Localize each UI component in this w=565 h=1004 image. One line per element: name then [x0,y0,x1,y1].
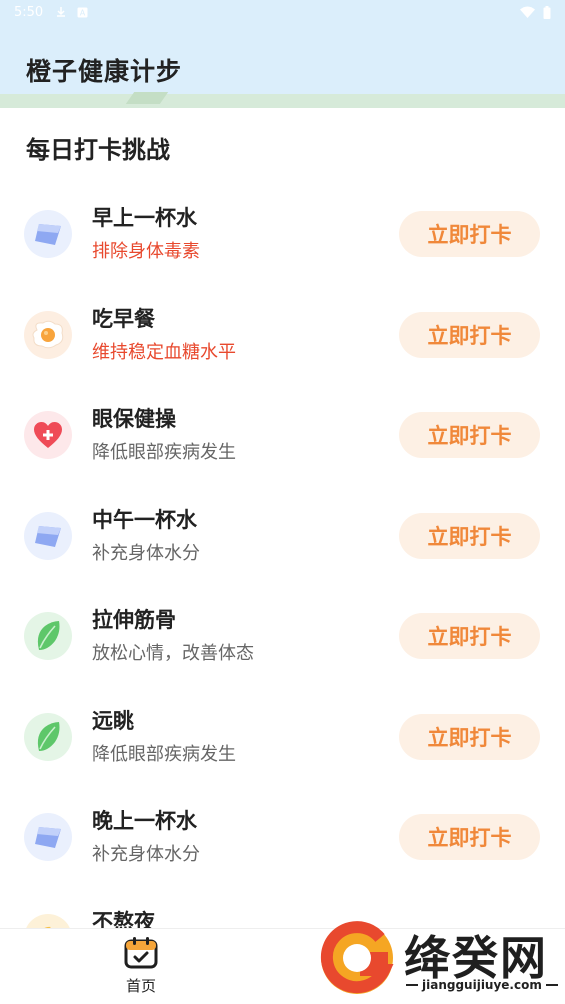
watermark-url-text: jiangguijiuye.com [422,978,542,992]
water-icon [24,511,72,560]
checkin-button[interactable]: 立即打卡 [399,211,540,257]
checkin-button[interactable]: 立即打卡 [399,412,540,458]
leaf-icon [24,612,72,660]
task-subtitle: 补充身体水分 [92,844,200,865]
task-item-morning-water: 早上一杯水 排除身体毒素 立即打卡 [0,184,565,285]
water-icon [24,813,72,861]
task-item-noon-water: 中午一杯水 补充身体水分 立即打卡 [0,486,565,587]
app-header: 5:50 A 橙子健康计步 [0,0,565,108]
task-title: 晚上一杯水 [92,809,197,833]
task-title: 远眺 [92,708,134,733]
leaf-icon [24,712,72,761]
task-item-eye-exercise: 眼保健操 降低眼部疾病发生 立即打卡 [0,385,565,486]
task-list: 早上一杯水 排除身体毒素 立即打卡 吃早餐 维持稳定血糖水平 立即打卡 眼保健操… [0,184,565,988]
nav-home-label: 首页 [125,977,156,995]
notification-a-icon: A [77,7,88,17]
task-item-look-far: 远眺 降低眼部疾病发生 立即打卡 [0,687,565,788]
heart-icon [24,411,72,459]
task-subtitle: 降低眼部疾病发生 [92,743,236,765]
nav-home-tab[interactable]: 首页 [110,937,172,1001]
status-time: 5:50 [14,4,44,20]
download-icon [57,7,66,17]
checkin-button[interactable]: 立即打卡 [399,311,540,358]
watermark-logo-icon [320,921,394,994]
svg-text:A: A [80,8,86,17]
section-title: 每日打卡挑战 [26,136,170,164]
task-item-stretch: 拉伸筋骨 放松心情，改善体态 立即打卡 [0,586,565,687]
task-title: 早上一杯水 [92,206,197,230]
task-subtitle: 补充身体水分 [92,542,200,564]
task-title: 眼保健操 [92,407,176,431]
task-title: 吃早餐 [92,306,155,331]
task-title: 中午一杯水 [92,507,197,532]
checkin-button[interactable]: 立即打卡 [399,713,540,760]
task-subtitle: 放松心情，改善体态 [92,643,254,664]
watermark-url: jiangguijiuye.com [406,978,558,992]
task-item-evening-water: 晚上一杯水 补充身体水分 立即打卡 [0,787,565,888]
task-subtitle: 维持稳定血糖水平 [92,341,236,363]
task-item-breakfast: 吃早餐 维持稳定血糖水平 立即打卡 [0,285,565,386]
battery-icon [543,5,551,19]
checkin-button[interactable]: 立即打卡 [399,613,540,659]
calendar-check-icon [124,937,158,969]
app-title: 橙子健康计步 [26,57,183,86]
checkin-button[interactable]: 立即打卡 [399,512,540,559]
water-icon [24,210,72,258]
watermark: 绛癸网 jiangguijiuye.com [318,918,565,1004]
wifi-icon [520,6,535,18]
task-subtitle: 降低眼部疾病发生 [92,442,236,463]
egg-icon [24,310,72,359]
header-decoration-strip [0,94,565,108]
task-subtitle: 排除身体毒素 [92,241,200,262]
task-title: 拉伸筋骨 [92,608,176,632]
status-bar: 5:50 A [0,0,565,24]
checkin-button[interactable]: 立即打卡 [399,814,540,860]
